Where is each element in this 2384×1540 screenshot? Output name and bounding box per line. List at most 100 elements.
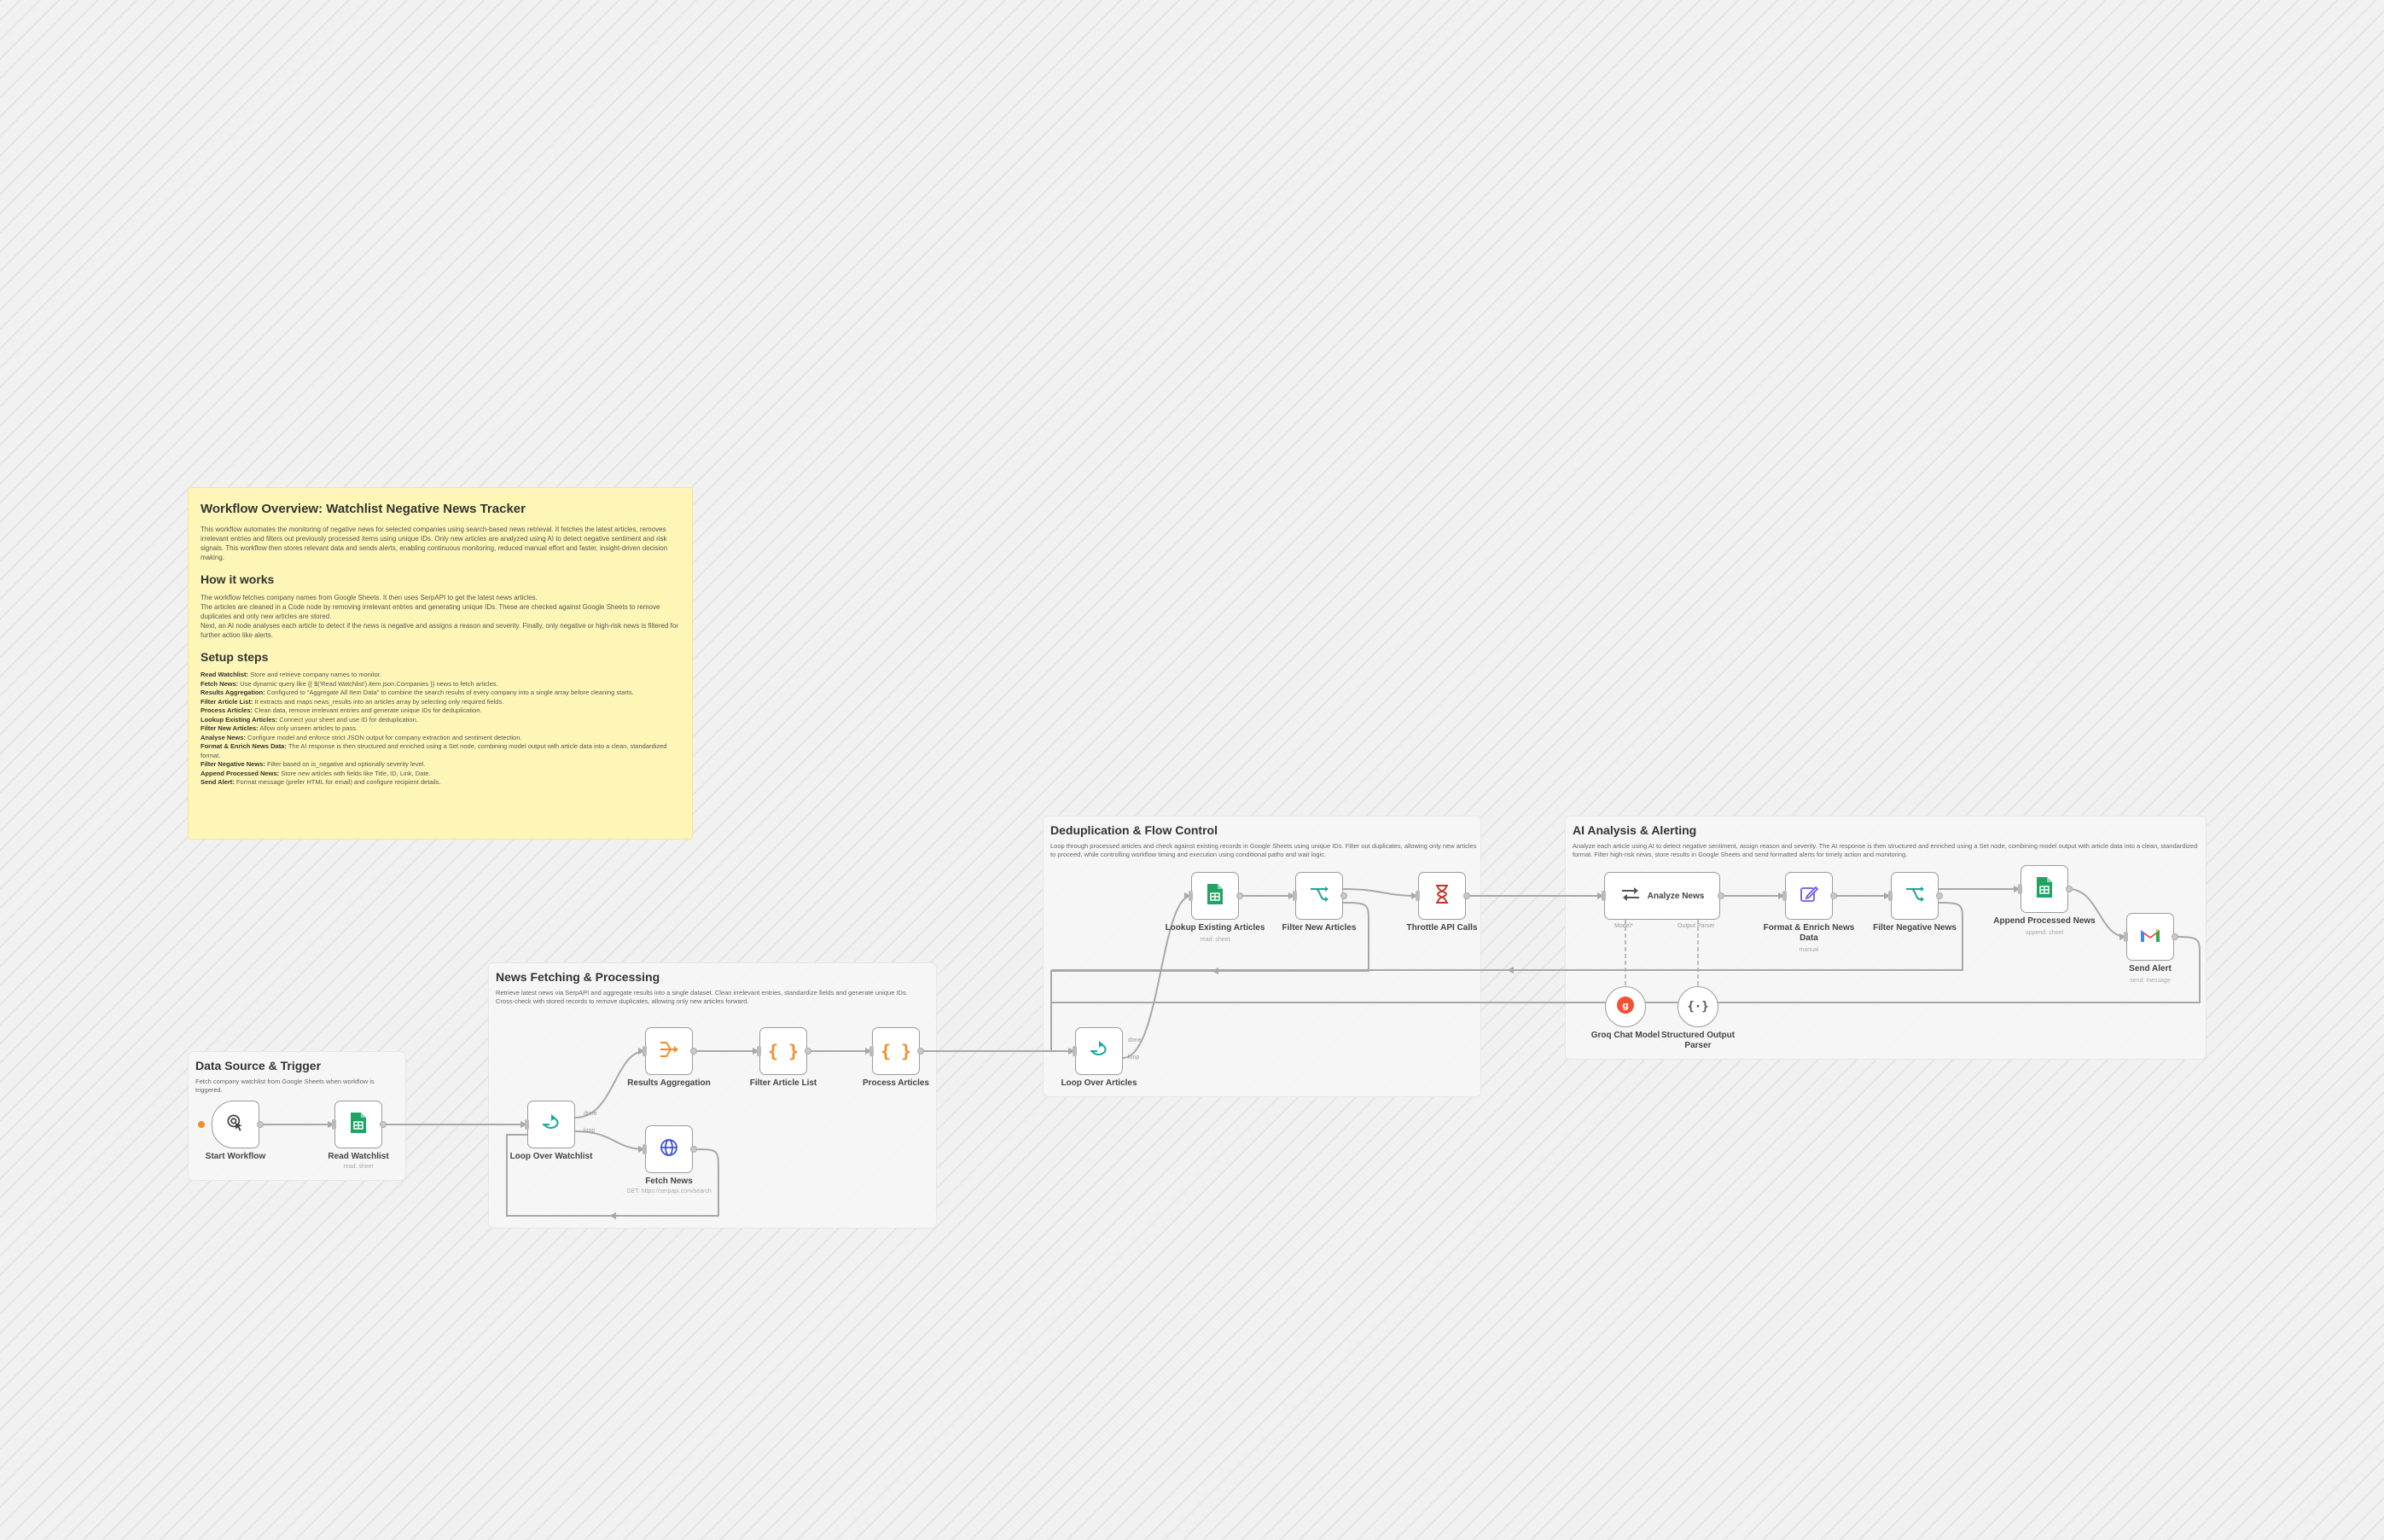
wire-filter-throttle xyxy=(1342,888,1419,897)
output-port[interactable] xyxy=(1830,892,1837,899)
node-filter-article-list[interactable]: { } xyxy=(757,1027,811,1075)
node-filter-negative-news[interactable] xyxy=(1888,872,1943,920)
node-label: Start Workflow xyxy=(205,1152,266,1161)
node-label: Loop Over Watchlist xyxy=(509,1152,593,1161)
port-label-loop: loop xyxy=(1128,1055,1140,1061)
json-braces-icon: {·} xyxy=(1687,1000,1709,1014)
output-port[interactable] xyxy=(917,1048,924,1055)
output-port[interactable] xyxy=(1936,892,1943,899)
node-label: Append Processed News xyxy=(1993,916,2096,926)
input-port[interactable] xyxy=(869,1046,874,1056)
wire-loop-lookup xyxy=(1122,895,1192,1059)
input-port[interactable] xyxy=(1782,891,1787,901)
node-label: Results Aggregation xyxy=(627,1078,711,1088)
node-append-processed-news[interactable] xyxy=(2018,865,2073,913)
node-subtitle: read: sheet xyxy=(343,1164,374,1170)
node-subtitle: manual xyxy=(1799,947,1819,953)
output-port[interactable] xyxy=(690,1048,697,1055)
output-port[interactable] xyxy=(1718,892,1724,899)
wire-loop-fetch xyxy=(574,1130,646,1150)
code-braces-icon: { } xyxy=(767,1041,800,1061)
node-label: Read Watchlist xyxy=(328,1152,389,1161)
code-braces-icon: { } xyxy=(880,1041,912,1061)
node-format-enrich-news-data[interactable] xyxy=(1782,872,1837,920)
input-port[interactable] xyxy=(643,1046,647,1056)
node-label: Filter Negative News xyxy=(1873,923,1957,933)
edit-icon xyxy=(1799,884,1819,909)
input-port[interactable] xyxy=(1888,891,1893,901)
google-sheets-icon xyxy=(2035,876,2054,903)
node-label: Process Articles xyxy=(862,1078,929,1088)
node-subtitle: read: sheet xyxy=(1200,937,1230,943)
input-port[interactable] xyxy=(1293,891,1297,901)
node-start-workflow[interactable] xyxy=(212,1101,264,1148)
node-subtitle: send: message xyxy=(2130,978,2171,984)
node-fetch-news[interactable] xyxy=(643,1125,697,1173)
port-label-model: Model* xyxy=(1614,923,1633,929)
node-send-alert[interactable] xyxy=(2124,913,2178,961)
node-throttle-api-calls[interactable] xyxy=(1416,872,1470,920)
node-lookup-existing-articles[interactable] xyxy=(1189,872,1243,920)
node-label: Send Alert xyxy=(2129,964,2172,973)
groq-icon: g xyxy=(1616,996,1635,1019)
input-port[interactable] xyxy=(332,1119,336,1130)
input-port[interactable] xyxy=(2124,932,2128,942)
node-label: Throttle API Calls xyxy=(1406,923,1478,933)
node-process-articles[interactable]: { } xyxy=(869,1027,924,1075)
ai-agent-icon xyxy=(1620,886,1641,907)
output-port[interactable] xyxy=(1236,892,1243,899)
input-port[interactable] xyxy=(1416,891,1420,901)
node-filter-new-articles[interactable] xyxy=(1293,872,1347,920)
input-port[interactable] xyxy=(643,1144,647,1154)
node-label: Filter New Articles xyxy=(1282,923,1357,933)
node-structured-output-parser[interactable]: {·} xyxy=(1678,986,1718,1027)
output-port[interactable] xyxy=(2172,933,2178,940)
loop-icon xyxy=(1088,1040,1110,1063)
node-label: Structured Output Parser xyxy=(1660,1031,1736,1050)
arrowhead xyxy=(1212,968,1218,974)
aggregate-icon xyxy=(659,1040,679,1063)
input-port[interactable] xyxy=(1073,1046,1077,1056)
port-label-output-parser: Output Parser xyxy=(1678,923,1715,929)
trigger-indicator xyxy=(198,1121,205,1128)
node-groq-chat-model[interactable]: g xyxy=(1605,986,1646,1027)
output-port[interactable] xyxy=(380,1121,387,1128)
globe-icon xyxy=(659,1137,679,1162)
gmail-icon xyxy=(2139,927,2161,948)
cursor-click-icon xyxy=(224,1112,247,1138)
node-label: Fetch News xyxy=(645,1177,693,1186)
port-label-done: done xyxy=(1128,1037,1142,1043)
input-port[interactable] xyxy=(1602,891,1606,901)
node-results-aggregation[interactable] xyxy=(643,1027,697,1075)
arrowhead xyxy=(1507,967,1514,973)
google-sheets-icon xyxy=(349,1112,368,1138)
output-port[interactable] xyxy=(257,1121,264,1128)
node-loop-over-articles[interactable] xyxy=(1073,1027,1123,1075)
node-label: Loop Over Articles xyxy=(1061,1078,1137,1088)
output-port[interactable] xyxy=(2066,886,2073,892)
node-loop-over-watchlist[interactable] xyxy=(525,1101,575,1148)
arrowhead xyxy=(609,1212,616,1219)
connection-wires xyxy=(198,886,2201,1219)
output-port[interactable] xyxy=(1340,892,1347,899)
input-port[interactable] xyxy=(1189,891,1193,901)
input-port[interactable] xyxy=(2018,884,2022,894)
output-port[interactable] xyxy=(805,1048,811,1055)
node-analyze-news[interactable]: Analyze News xyxy=(1602,872,1724,920)
hourglass-icon xyxy=(1433,884,1451,909)
filter-branch-icon xyxy=(1904,885,1925,908)
input-port[interactable] xyxy=(757,1046,761,1056)
svg-text:g: g xyxy=(1622,1000,1629,1011)
filter-branch-icon xyxy=(1309,885,1329,908)
node-read-watchlist[interactable] xyxy=(332,1101,387,1148)
input-port[interactable] xyxy=(525,1119,529,1130)
node-subtitle: append: sheet xyxy=(2025,930,2064,936)
node-label: Lookup Existing Articles xyxy=(1165,923,1265,933)
google-sheets-icon xyxy=(1206,883,1224,909)
port-label-loop: loop xyxy=(584,1128,596,1134)
output-port[interactable] xyxy=(690,1146,697,1153)
output-port[interactable] xyxy=(1463,892,1470,899)
node-label: Analyze News xyxy=(1647,891,1705,901)
loop-icon xyxy=(540,1113,562,1136)
node-label: Filter Article List xyxy=(749,1078,817,1088)
